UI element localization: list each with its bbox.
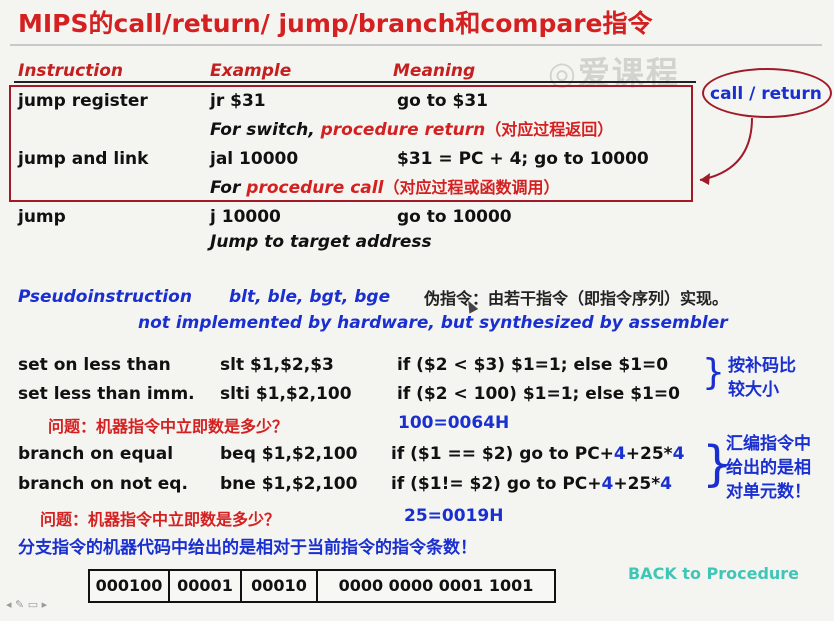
next-arrow-icon[interactable]: ▸ <box>42 598 48 611</box>
menu-icon[interactable]: ▭ <box>28 598 38 611</box>
compare-side-note: 按补码比 较大小 <box>728 356 796 400</box>
row-bne-meaning: if ($1!= $2) go to PC+4+25*4 <box>391 474 672 494</box>
machine-code-opcode: 000100 <box>88 569 170 603</box>
row-slti-example: slti $1,$2,100 <box>220 384 352 404</box>
row-bne-instruction: branch on not eq. <box>18 474 188 494</box>
branch-side-note: 汇编指令中 给出的是相 对单元数！ <box>726 434 811 502</box>
question2-text: 问题：机器指令中立即数是多少？ <box>40 510 281 529</box>
machine-code-immediate: 0000 0000 0001 1001 <box>318 569 556 603</box>
question2-answer: 25=0019H <box>404 506 504 526</box>
row-slt-example: slt $1,$2,$3 <box>220 355 334 375</box>
arrow-icon[interactable]: ◂ <box>6 598 12 611</box>
row-beq-instruction: branch on equal <box>18 444 174 464</box>
pseudo-label: Pseudoinstruction <box>18 287 192 307</box>
machine-code-rt: 00010 <box>242 569 318 603</box>
machine-code-rs: 00001 <box>170 569 242 603</box>
player-toolbar: ◂ ✎ ▭ ▸ <box>6 598 47 611</box>
row-slti-instruction: set less than imm. <box>18 384 195 404</box>
row-beq-example: beq $1,$2,100 <box>220 444 358 464</box>
row-bne-example: bne $1,$2,100 <box>220 474 358 494</box>
row-slt-meaning: if ($2 < $3) $1=1; else $1=0 <box>397 355 669 375</box>
pseudo-list: blt, ble, bgt, bge <box>229 287 391 307</box>
back-to-procedure-link[interactable]: BACK to Procedure <box>628 564 799 583</box>
question1-text: 问题：机器指令中立即数是多少？ <box>48 417 289 436</box>
compare-bracket-icon: } <box>702 352 725 393</box>
pen-icon[interactable]: ✎ <box>15 598 24 611</box>
row-slt-instruction: set on less than <box>18 355 171 375</box>
question1-answer: 100=0064H <box>398 413 510 433</box>
row-beq-meaning: if ($1 == $2) go to PC+4+25*4 <box>391 444 685 464</box>
pseudo-line2: not implemented by hardware, but synthes… <box>138 313 728 333</box>
summary-text: 分支指令的机器代码中给出的是相对于当前指令的指令条数！ <box>18 538 477 558</box>
row-slti-meaning: if ($2 < 100) $1=1; else $1=0 <box>397 384 680 404</box>
